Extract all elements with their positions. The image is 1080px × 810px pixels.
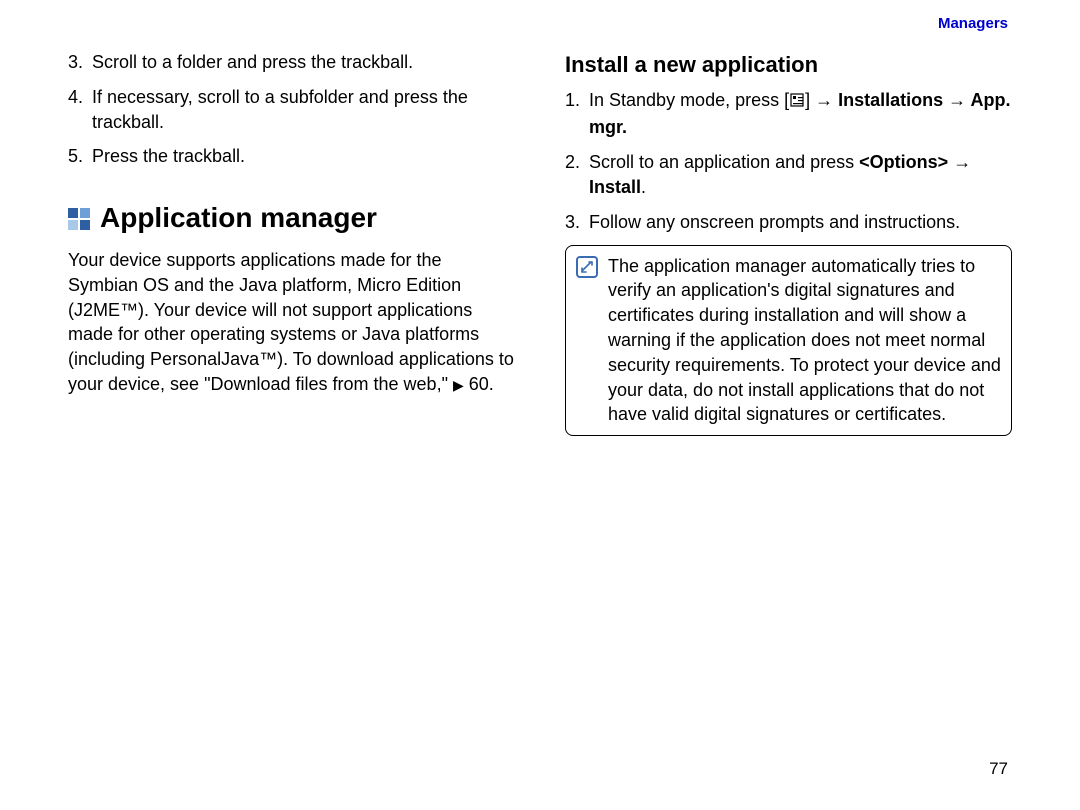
- list-item: 4. If necessary, scroll to a subfolder a…: [68, 85, 515, 135]
- section-title: Application manager: [100, 199, 377, 238]
- list-item: 1. In Standby mode, press [] → Installat…: [565, 88, 1012, 140]
- menu-key-icon: [789, 90, 805, 115]
- step-text: Press the trackball.: [92, 144, 515, 169]
- section-heading: Application manager: [68, 199, 515, 238]
- step-number: 3.: [565, 210, 589, 235]
- step-number: 2.: [565, 150, 589, 200]
- step-number: 1.: [565, 88, 589, 140]
- note-icon: [576, 256, 598, 278]
- left-column: 3. Scroll to a folder and press the trac…: [68, 50, 515, 436]
- page-content: 3. Scroll to a folder and press the trac…: [0, 0, 1080, 436]
- install-steps-list: 1. In Standby mode, press [] → Installat…: [565, 88, 1012, 234]
- note-text: The application manager automatically tr…: [608, 254, 1001, 428]
- right-column: Install a new application 1. In Standby …: [565, 50, 1012, 436]
- step-number: 4.: [68, 85, 92, 135]
- step-text-part: .: [641, 177, 646, 197]
- step-text: In Standby mode, press [] → Installation…: [589, 88, 1012, 140]
- list-item: 3. Scroll to a folder and press the trac…: [68, 50, 515, 75]
- section-header-label: Managers: [938, 14, 1008, 35]
- step-number: 5.: [68, 144, 92, 169]
- step-text: Follow any onscreen prompts and instruct…: [589, 210, 1012, 235]
- list-item: 5. Press the trackball.: [68, 144, 515, 169]
- step-text: Scroll to a folder and press the trackba…: [92, 50, 515, 75]
- continued-steps-list: 3. Scroll to a folder and press the trac…: [68, 50, 515, 169]
- page-reference: 60.: [469, 374, 494, 394]
- triangle-icon: ▶: [453, 377, 464, 393]
- list-item: 3. Follow any onscreen prompts and instr…: [565, 210, 1012, 235]
- list-item: 2. Scroll to an application and press <O…: [565, 150, 1012, 200]
- step-text-part: ]: [805, 90, 815, 110]
- squares-icon: [68, 208, 90, 230]
- step-number: 3.: [68, 50, 92, 75]
- step-text-part: Scroll to an application and press: [589, 152, 859, 172]
- arrow-icon: →: [815, 90, 833, 110]
- body-paragraph: Your device supports applications made f…: [68, 248, 515, 397]
- page-number: 77: [989, 757, 1008, 780]
- paragraph-text: Your device supports applications made f…: [68, 250, 514, 394]
- sub-heading: Install a new application: [565, 50, 1012, 80]
- step-text: If necessary, scroll to a subfolder and …: [92, 85, 515, 135]
- step-text-part: In Standby mode, press [: [589, 90, 789, 110]
- step-text: Scroll to an application and press <Opti…: [589, 150, 1012, 200]
- note-box: The application manager automatically tr…: [565, 245, 1012, 437]
